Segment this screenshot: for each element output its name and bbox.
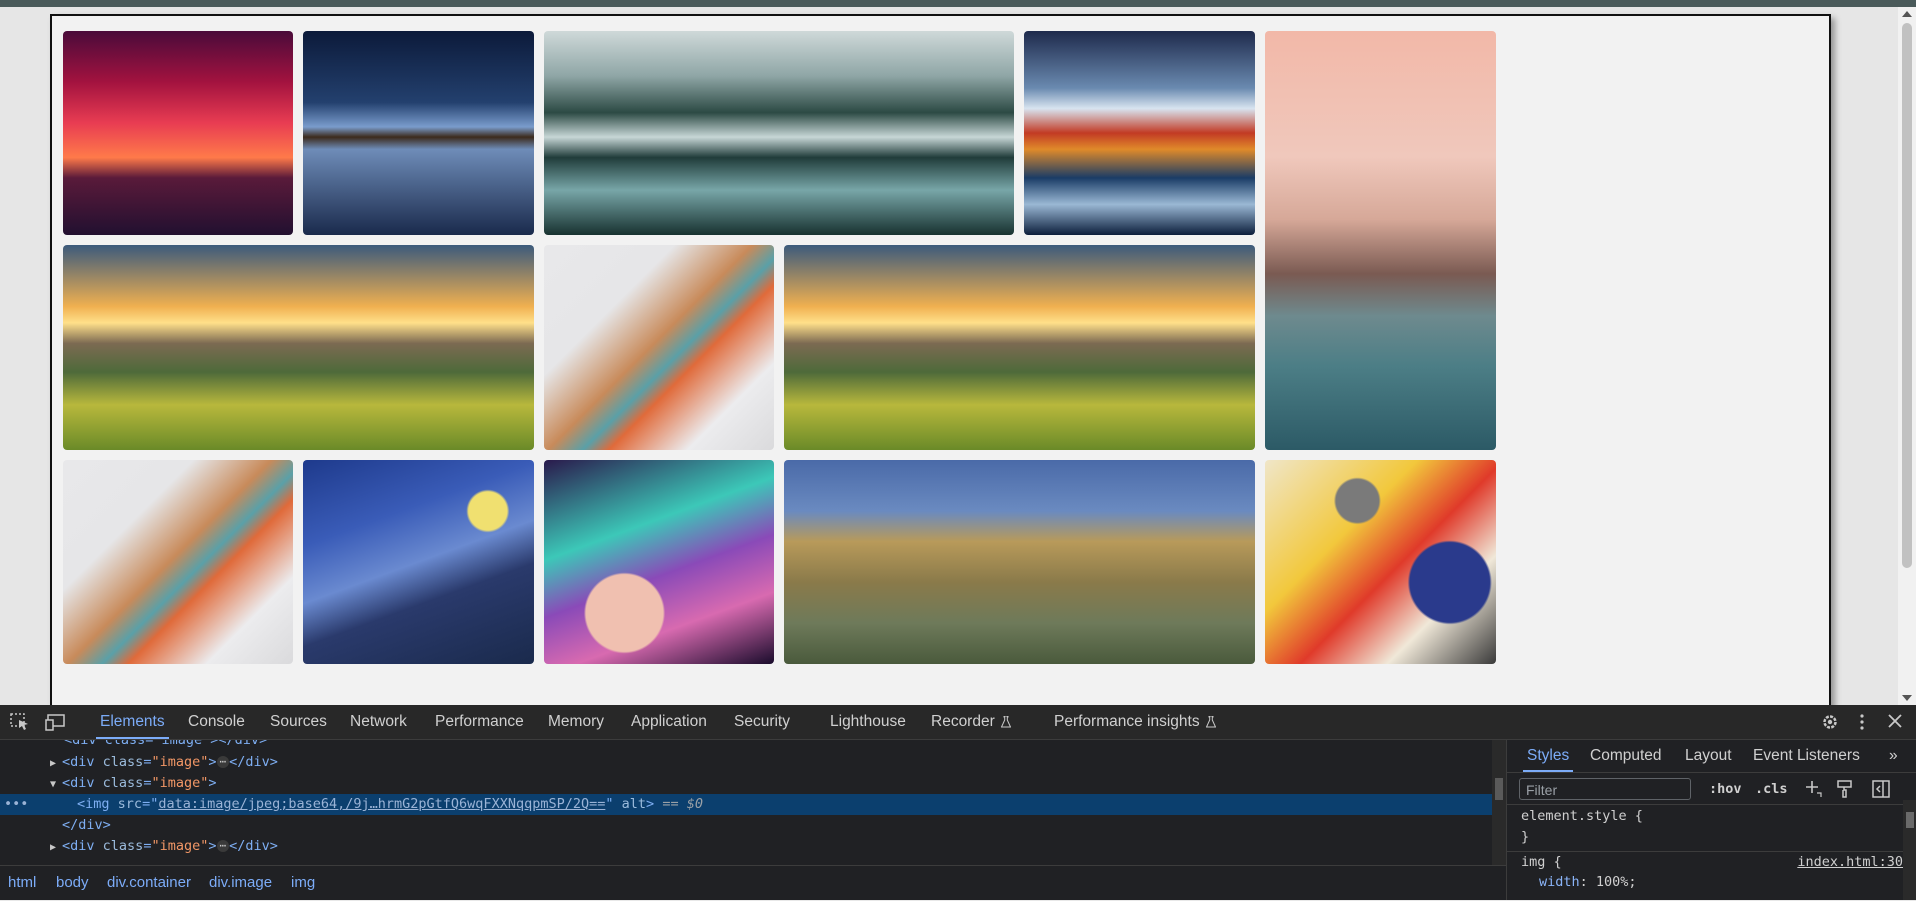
breadcrumb: html body div.container div.image img bbox=[0, 865, 1506, 901]
breadcrumb-body[interactable]: body bbox=[56, 866, 89, 900]
dom-node-div-image-2[interactable]: ▶ <div class="image"> ⋯ </div> bbox=[50, 836, 278, 857]
expand-triangle-icon[interactable]: ▶ bbox=[50, 837, 62, 858]
styles-pane: Styles Computed Layout Event Listeners »… bbox=[1506, 740, 1916, 900]
mount-fuji-lake-image[interactable] bbox=[1024, 31, 1255, 235]
collapsed-ellipsis-icon[interactable]: ⋯ bbox=[216, 840, 230, 852]
sunset-tree-image[interactable] bbox=[63, 31, 293, 235]
gallery-container bbox=[50, 14, 1831, 705]
styles-filter-input[interactable]: Filter bbox=[1519, 778, 1691, 800]
styles-scrollbar-thumb[interactable] bbox=[1906, 812, 1914, 828]
more-tabs-chevron-icon[interactable]: » bbox=[1889, 740, 1898, 772]
tab-performance-insights-label: Performance insights bbox=[1054, 713, 1200, 730]
scroll-up-arrow-icon[interactable] bbox=[1902, 11, 1912, 17]
sunrise-meadow-image[interactable] bbox=[63, 245, 534, 450]
styles-scrollbar[interactable] bbox=[1903, 800, 1916, 900]
experimental-flask-icon bbox=[1205, 715, 1216, 728]
tab-performance[interactable]: Performance bbox=[435, 705, 524, 739]
inspect-element-icon[interactable] bbox=[10, 713, 30, 731]
collapse-triangle-icon[interactable]: ▼ bbox=[50, 774, 62, 795]
tab-recorder-label: Recorder bbox=[931, 713, 995, 730]
tab-application[interactable]: Application bbox=[631, 705, 707, 739]
tab-styles[interactable]: Styles bbox=[1522, 740, 1574, 772]
breadcrumb-div-image[interactable]: div.image bbox=[209, 866, 272, 900]
night-tree-reflection-image[interactable] bbox=[303, 31, 534, 235]
dom-line-partial[interactable]: <div class="image"></div> bbox=[64, 740, 267, 751]
tab-elements[interactable]: Elements bbox=[96, 705, 169, 739]
close-devtools-icon[interactable] bbox=[1888, 714, 1902, 728]
tab-sources[interactable]: Sources bbox=[270, 705, 327, 739]
page-viewport bbox=[0, 7, 1898, 705]
reaching-hands-sketch-image-2[interactable] bbox=[63, 460, 293, 664]
starry-night-image[interactable] bbox=[303, 460, 534, 664]
devtools-panel: Elements Console Sources Network Perform… bbox=[0, 705, 1916, 900]
paint-brush-icon[interactable] bbox=[1837, 780, 1853, 798]
breadcrumb-html[interactable]: html bbox=[8, 866, 36, 900]
sunrise-meadow-image-2[interactable] bbox=[784, 245, 1255, 450]
rule-separator bbox=[1507, 804, 1916, 805]
toggle-sidebar-icon[interactable] bbox=[1872, 780, 1890, 798]
rule-separator bbox=[1507, 851, 1916, 852]
dom-tree-scrollbar-thumb[interactable] bbox=[1495, 778, 1503, 800]
teal-haired-girl-image[interactable] bbox=[544, 460, 774, 664]
styles-tab-bar: Styles Computed Layout Event Listeners » bbox=[1507, 740, 1916, 773]
more-options-icon[interactable] bbox=[1858, 713, 1866, 731]
img-rule-selector[interactable]: img { bbox=[1521, 854, 1562, 870]
style-source-link[interactable]: index.html:30 bbox=[1797, 854, 1903, 870]
tab-computed[interactable]: Computed bbox=[1590, 740, 1662, 772]
breadcrumb-div-container[interactable]: div.container bbox=[107, 866, 191, 900]
taj-mahal-image[interactable] bbox=[1265, 31, 1496, 450]
collapsed-ellipsis-icon[interactable]: ⋯ bbox=[216, 756, 230, 768]
settings-gear-icon[interactable] bbox=[1821, 713, 1839, 731]
church-painting-image[interactable] bbox=[784, 460, 1255, 664]
tab-memory[interactable]: Memory bbox=[548, 705, 604, 739]
element-style-close-brace: } bbox=[1521, 829, 1530, 845]
tab-security[interactable]: Security bbox=[734, 705, 790, 739]
tab-performance-insights[interactable]: Performance insights bbox=[1054, 705, 1216, 739]
browser-top-strip bbox=[0, 0, 1916, 7]
device-toolbar-icon[interactable] bbox=[45, 713, 67, 731]
page-scrollbar-thumb[interactable] bbox=[1902, 23, 1912, 568]
tab-network[interactable]: Network bbox=[350, 705, 407, 739]
breadcrumb-img[interactable]: img bbox=[291, 866, 315, 900]
img-width-declaration[interactable]: width: 100%; bbox=[1539, 874, 1637, 890]
row-menu-icon[interactable]: ••• bbox=[4, 794, 28, 815]
expand-triangle-icon[interactable]: ▶ bbox=[50, 753, 62, 774]
img-src-link[interactable]: data:image/jpeg;base64,/9j…hrmG2pGtfQ6wq… bbox=[158, 796, 605, 812]
mountain-lake-reflection-image[interactable] bbox=[544, 31, 1014, 235]
tab-recorder[interactable]: Recorder bbox=[931, 705, 1011, 739]
tab-console[interactable]: Console bbox=[188, 705, 245, 739]
class-toggle-button[interactable]: .cls bbox=[1755, 778, 1788, 800]
tab-layout[interactable]: Layout bbox=[1685, 740, 1732, 772]
hover-state-button[interactable]: :hov bbox=[1709, 778, 1742, 800]
page-scrollbar[interactable] bbox=[1898, 7, 1916, 705]
reaching-hands-sketch-image[interactable] bbox=[544, 245, 774, 450]
dom-node-div-image-expanded[interactable]: ▼ <div class="image"> bbox=[50, 773, 217, 794]
scroll-down-arrow-icon[interactable] bbox=[1902, 695, 1912, 701]
dom-tree: <div class="image"></div> ▶ <div class="i… bbox=[0, 740, 1492, 865]
new-style-rule-icon[interactable] bbox=[1805, 780, 1823, 798]
tab-lighthouse[interactable]: Lighthouse bbox=[830, 705, 906, 739]
tab-event-listeners[interactable]: Event Listeners bbox=[1753, 740, 1860, 772]
kandinsky-abstract-image[interactable] bbox=[1265, 460, 1496, 664]
dom-partial-text: <div class="image"></div> bbox=[64, 740, 268, 748]
dom-node-div-image[interactable]: ▶ <div class="image"> ⋯ </div> bbox=[50, 752, 278, 773]
devtools-tab-bar: Elements Console Sources Network Perform… bbox=[0, 705, 1916, 740]
experimental-flask-icon bbox=[1000, 715, 1011, 728]
dom-close-div[interactable]: </div> bbox=[62, 815, 111, 836]
dom-tree-scrollbar[interactable] bbox=[1492, 740, 1506, 865]
dom-node-img-selected[interactable]: ••• <img src="data:image/jpeg;base64,/9j… bbox=[0, 794, 1492, 815]
element-style-selector[interactable]: element.style { bbox=[1521, 808, 1643, 824]
